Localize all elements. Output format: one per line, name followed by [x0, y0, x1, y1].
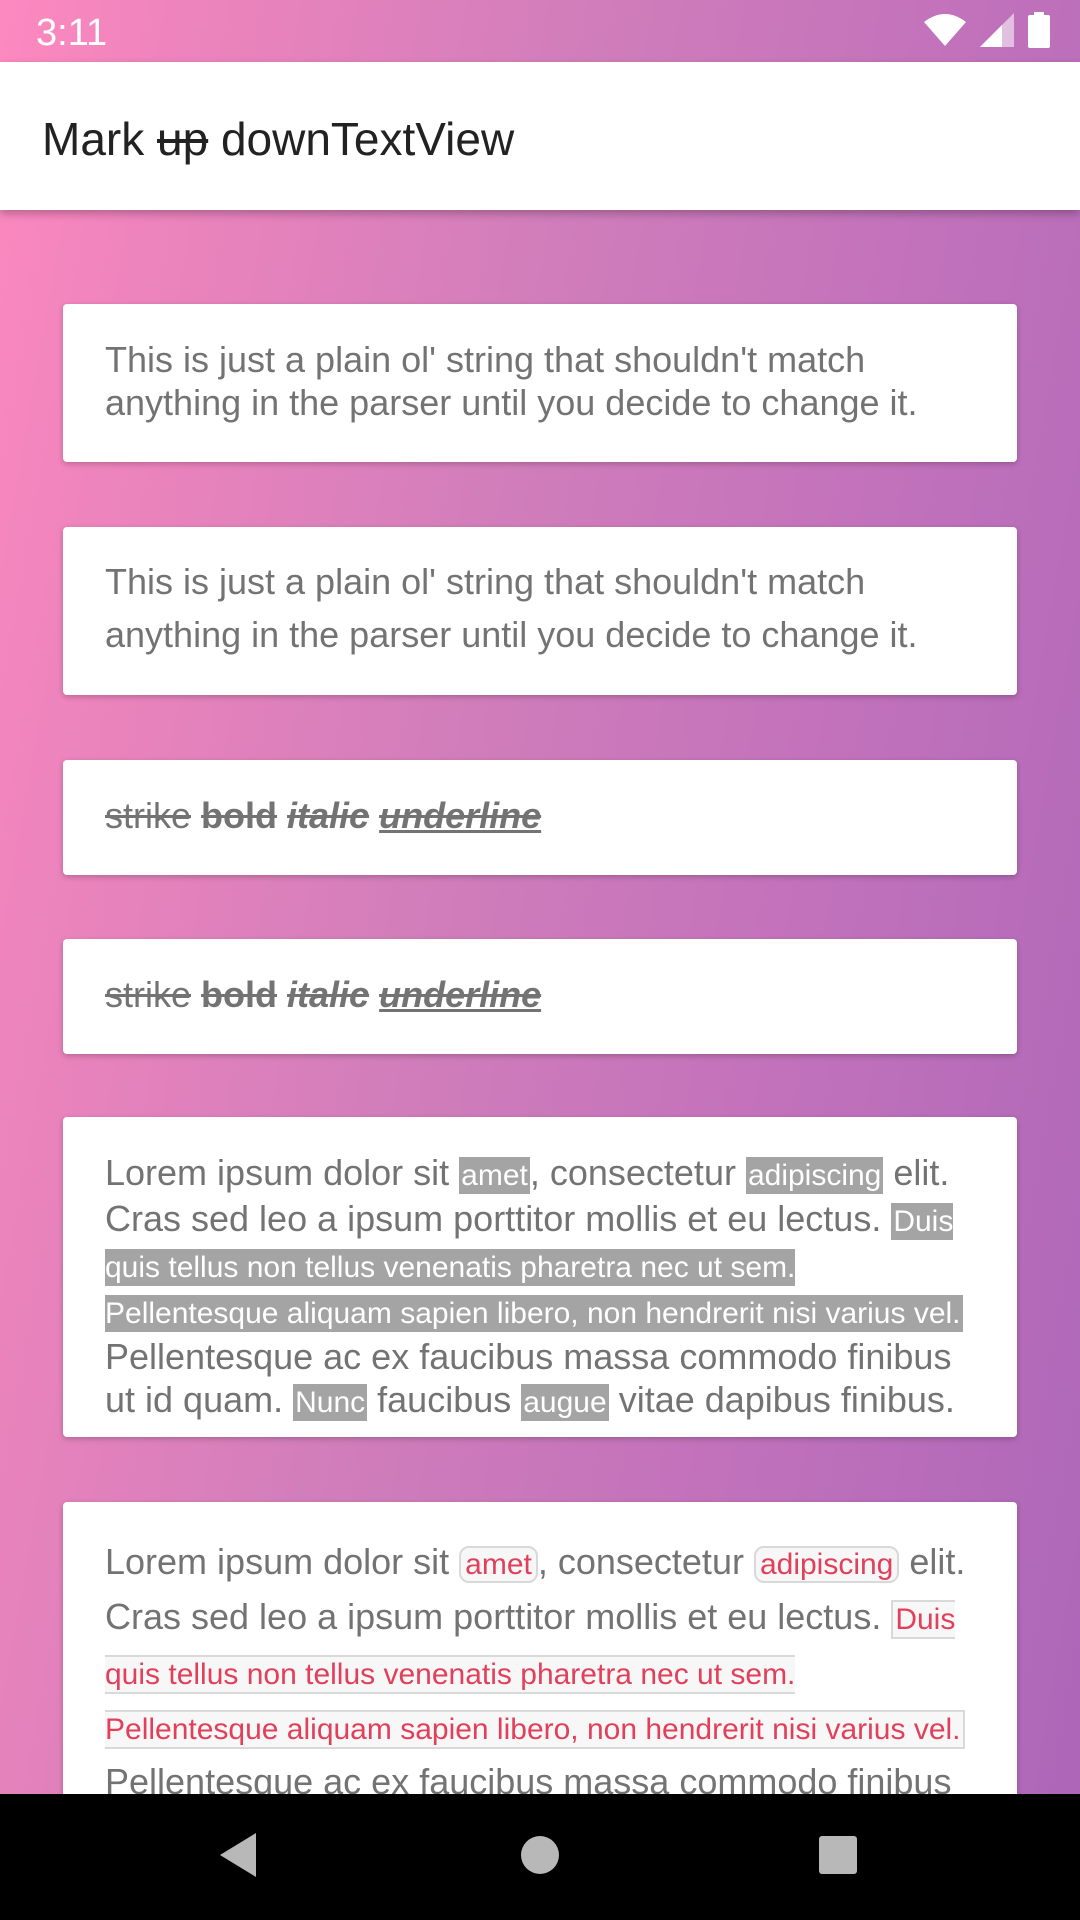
plain-text: This is just a plain ol' string that sho… — [105, 561, 918, 655]
underline-text: underline — [379, 974, 542, 1015]
inline-code: adipiscing — [753, 1546, 900, 1583]
highlight-card: Lorem ipsum dolor sit amet, consectetur … — [63, 1117, 1017, 1437]
status-bar: 3:11 — [0, 0, 1080, 62]
strike-text: strike — [105, 795, 192, 836]
status-icons — [924, 12, 1050, 48]
code-text: Lorem ipsum dolor sit amet, consectetur … — [105, 1536, 975, 1794]
italic-text: italic — [287, 974, 370, 1015]
text-run: , consectetur — [537, 1541, 754, 1582]
app-title-suffix: downTextView — [208, 113, 515, 165]
plain-text-card: This is just a plain ol' string that sho… — [63, 304, 1017, 462]
highlighted-text: Lorem ipsum dolor sit amet, consectetur … — [105, 1151, 975, 1424]
highlight-span: amet — [459, 1157, 530, 1194]
styled-text: strike bold italic underline — [105, 973, 975, 1016]
inline-code: amet — [459, 1546, 538, 1583]
home-circle-icon[interactable] — [518, 1830, 562, 1880]
underline-text: underline — [379, 795, 542, 836]
text-run: Pellentesque ac ex faucibus massa commod… — [105, 1761, 952, 1794]
highlight-span: augue — [521, 1384, 609, 1421]
text-run: , consectetur — [529, 1152, 746, 1193]
back-triangle-icon[interactable] — [216, 1830, 260, 1880]
text-run: faucibus — [367, 1379, 522, 1420]
text-run: vitae dapibus finibus. — [608, 1379, 955, 1420]
text-run: Lorem ipsum dolor sit — [105, 1152, 460, 1193]
code-card: Lorem ipsum dolor sit amet, consectetur … — [63, 1502, 1017, 1794]
navigation-bar — [0, 1794, 1080, 1920]
plain-text: This is just a plain ol' string that sho… — [105, 339, 918, 423]
style-card: strike bold italic underline — [63, 760, 1017, 875]
cell-signal-icon — [980, 13, 1014, 47]
strike-text: strike — [105, 974, 192, 1015]
battery-icon — [1028, 12, 1050, 48]
italic-text: italic — [287, 795, 370, 836]
app-title: Mark up downTextView — [42, 112, 514, 166]
status-time: 3:11 — [36, 12, 108, 54]
styled-text: strike bold italic underline — [105, 794, 975, 837]
highlight-span: adipiscing — [745, 1157, 884, 1194]
wifi-icon — [924, 14, 966, 46]
text-run: Lorem ipsum dolor sit — [105, 1541, 460, 1582]
recents-square-icon[interactable] — [816, 1830, 860, 1880]
app-bar: Mark up downTextView — [0, 62, 1080, 210]
bold-text: bold — [201, 974, 278, 1015]
content-list[interactable]: This is just a plain ol' string that sho… — [0, 210, 1080, 1794]
style-card: strike bold italic underline — [63, 939, 1017, 1054]
app-title-prefix: Mark — [42, 113, 157, 165]
plain-text-card-spaced: This is just a plain ol' string that sho… — [63, 527, 1017, 695]
app-title-strike: up — [157, 113, 209, 165]
bold-text: bold — [201, 795, 278, 836]
highlight-span: Nunc — [293, 1384, 368, 1421]
